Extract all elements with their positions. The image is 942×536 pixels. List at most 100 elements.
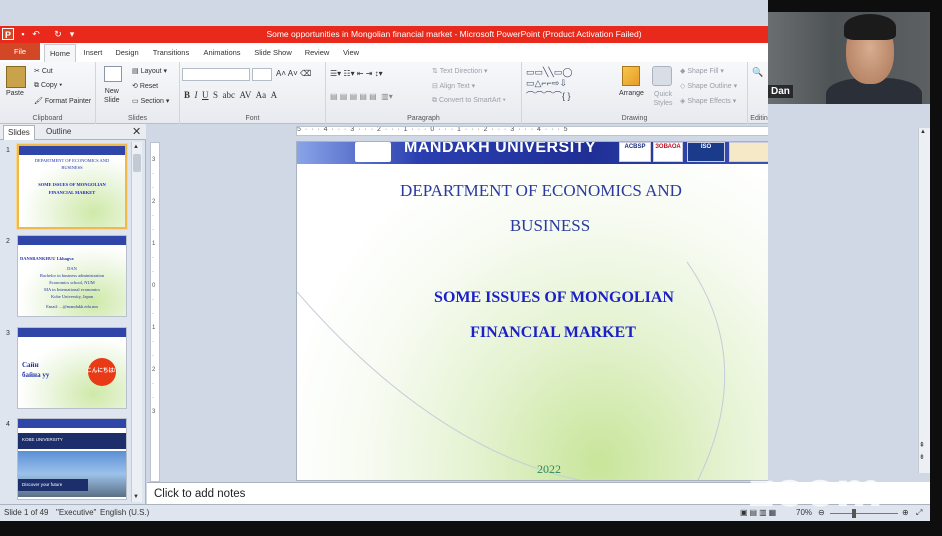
new-slide-button[interactable]: New Slide (104, 87, 120, 105)
find-icon[interactable]: 🔍 (752, 67, 763, 78)
tab-animations[interactable]: Animations (198, 43, 246, 62)
customize-qat-icon[interactable]: ▾ (66, 28, 78, 40)
close-pane-icon[interactable]: ✕ (132, 125, 141, 138)
horizontal-ruler: 5 · · · 4 · · · 3 · · · 2 · · · 1 · · · … (296, 126, 786, 136)
paste-button[interactable]: Paste (6, 90, 24, 97)
slides-group: New Slide ▤ Layout ▾ ⟲ Reset ▭ Section ▾… (96, 62, 180, 124)
notes-placeholder[interactable]: Click to add notes (154, 488, 245, 500)
new-slide-icon[interactable] (104, 66, 122, 82)
arrange-button[interactable]: Arrange (619, 90, 644, 97)
scroll-up-icon[interactable]: ▲ (920, 129, 926, 135)
convert-smartart-button[interactable]: ⧉ Convert to SmartArt ▾ (432, 97, 506, 105)
cut-button[interactable]: ✂ Cut (34, 67, 53, 75)
title-bar: Some opportunities in Mongolian financia… (0, 26, 768, 43)
slide-scrollbar[interactable]: ▲ ⇞ ⇟ (918, 128, 930, 473)
thumb-text: Email: ...@mandakh.edu.mn (46, 304, 98, 309)
format-painter-button[interactable]: 🖌 Format Painter (34, 97, 91, 105)
paste-icon[interactable] (6, 66, 26, 88)
slide-thumbnail-1[interactable]: DEPARTMENT OF ECONOMICS AND BUSINESS SOM… (17, 144, 127, 229)
thumb-number: 2 (6, 238, 10, 245)
slide-thumbnail-3[interactable]: Сайн байна уу こんにちは! (17, 327, 127, 409)
university-seal-icon (355, 142, 391, 162)
person-hair (844, 14, 896, 40)
thumb-text: KOBE UNIVERSITY (22, 437, 63, 442)
zoom-in-icon[interactable]: ⊕ (902, 508, 909, 517)
font-label: Font (245, 115, 260, 122)
shape-fill-button[interactable]: ◆ Shape Fill ▾ (680, 67, 724, 75)
font-format-buttons[interactable]: B I U S abc AV Aa A (184, 90, 277, 100)
window-title: Some opportunities in Mongolian financia… (266, 29, 642, 39)
tab-insert[interactable]: Insert (80, 43, 106, 62)
banner-title: MANDAKH UNIVERSITY (404, 141, 597, 156)
slide-thumbnail-4[interactable]: KOBE UNIVERSITY Discover your future (17, 418, 127, 500)
thumb-number: 4 (6, 421, 10, 428)
powerpoint-app-icon[interactable]: P (2, 28, 14, 40)
thumb-text: FINANCIAL MARKET (48, 190, 96, 195)
zoom-watermark: zoom (748, 463, 883, 517)
tab-outline[interactable]: Outline (42, 125, 75, 140)
shape-effects-button[interactable]: ◈ Shape Effects ▾ (680, 97, 736, 105)
thumb-text: Economics school, NUM (49, 280, 95, 285)
tab-slides[interactable]: Slides (3, 125, 35, 140)
alignment-buttons[interactable]: ▤ ▤ ▤ ▤ ▤ ▥▾ (330, 92, 393, 101)
notes-pane[interactable]: Click to add notes (147, 482, 767, 504)
thumb-text: DEPARTMENT OF ECONOMICS AND (34, 158, 110, 163)
thumb-number: 3 (6, 330, 10, 337)
font-name-field[interactable] (182, 68, 250, 81)
thumb-text: Kobe University, Japan (50, 294, 94, 299)
layout-button[interactable]: ▤ Layout ▾ (132, 67, 167, 75)
thumb-text: Bachelor in business administration (39, 273, 105, 278)
arrange-icon[interactable] (622, 66, 640, 86)
next-slide-icon[interactable]: ⇟ (919, 454, 925, 461)
tab-view[interactable]: View (337, 43, 365, 62)
tab-review[interactable]: Review (300, 43, 334, 62)
grow-shrink-font-buttons[interactable]: A˄ A˅ ⌫ (276, 69, 311, 78)
fit-slide-icon[interactable]: ⤢ (916, 508, 922, 518)
accreditation-logo: ЗОВАОА (653, 142, 683, 162)
scroll-down-icon[interactable]: ▼ (133, 494, 139, 500)
align-text-button[interactable]: ⊟ Align Text ▾ (432, 82, 475, 90)
slide-thumbnail-2[interactable]: DANSRANKHUU Lkhagva DAN Bachelor in busi… (17, 235, 127, 317)
list-buttons[interactable]: ☰▾ ☷▾ ⇤ ⇥ ↕▾ (330, 69, 383, 78)
scroll-up-icon[interactable]: ▲ (133, 144, 139, 150)
tab-transitions[interactable]: Transitions (148, 43, 194, 62)
tab-home[interactable]: Home (44, 44, 76, 62)
quick-styles-icon[interactable] (652, 66, 672, 86)
language-indicator[interactable]: English (U.S.) (100, 508, 149, 517)
copy-button[interactable]: ⧉ Copy ▾ (34, 82, 62, 90)
paragraph-group: ☰▾ ☷▾ ⇤ ⇥ ↕▾ ⇅ Text Direction ▾ ⊟ Align … (326, 62, 522, 124)
prev-slide-icon[interactable]: ⇞ (919, 442, 925, 449)
department-title-line1: DEPARTMENT OF ECONOMICS AND (400, 181, 682, 200)
tab-design[interactable]: Design (110, 43, 144, 62)
thumb-text: DAN (67, 266, 77, 271)
reset-button[interactable]: ⟲ Reset (132, 82, 158, 90)
tab-file[interactable]: File (0, 43, 40, 60)
section-button[interactable]: ▭ Section ▾ (132, 97, 169, 105)
thumb-text: SOME ISSUES OF MONGOLIAN (38, 182, 106, 187)
clipboard-label: Clipboard (32, 115, 63, 122)
ribbon: Paste ✂ Cut ⧉ Copy ▾ 🖌 Format Painter Cl… (0, 62, 772, 124)
thumbnails-scrollbar[interactable]: ▲ ▼ (131, 142, 142, 502)
scroll-thumb[interactable] (133, 154, 141, 172)
drawing-group: ▭▭╲╲▭◯ ▭△⌐⌐⇨⇩ ⌒⌒⌒⌒{ } Arrange Quick Styles… (522, 62, 748, 124)
emblem-logo (729, 142, 773, 162)
thumb-text: MA in International economics (43, 287, 101, 292)
presentation-title-line1: SOME ISSUES OF MONGOLIAN (434, 289, 674, 306)
slide-counter: Slide 1 of 49 (4, 508, 49, 517)
shape-outline-button[interactable]: ◇ Shape Outline ▾ (680, 82, 737, 90)
thumb-text: байна уу (22, 371, 50, 379)
thumb-number: 1 (6, 147, 10, 154)
redo-icon[interactable]: ↻ (52, 28, 64, 40)
slide-year: 2022 (537, 462, 561, 476)
thumb-text: Discover your future (22, 482, 63, 487)
acbsp-logo: ACBSP (619, 142, 651, 162)
tab-slide-show[interactable]: Slide Show (250, 43, 296, 62)
pane-tabs: Slides Outline ✕ (0, 124, 146, 140)
shapes-gallery[interactable]: ▭▭╲╲▭◯ ▭△⌐⌐⇨⇩ ⌒⌒⌒⌒{ } (526, 67, 572, 102)
text-direction-button[interactable]: ⇅ Text Direction ▾ (432, 67, 488, 75)
undo-icon[interactable]: ↶ (30, 28, 42, 40)
font-size-field[interactable] (252, 68, 272, 81)
quick-styles-button[interactable]: Quick Styles (650, 90, 676, 108)
current-slide[interactable]: MANDAKH UNIVERSITY ACBSP ЗОВАОА ISO DEPA… (296, 141, 786, 481)
save-icon[interactable]: ▪ (17, 28, 29, 40)
